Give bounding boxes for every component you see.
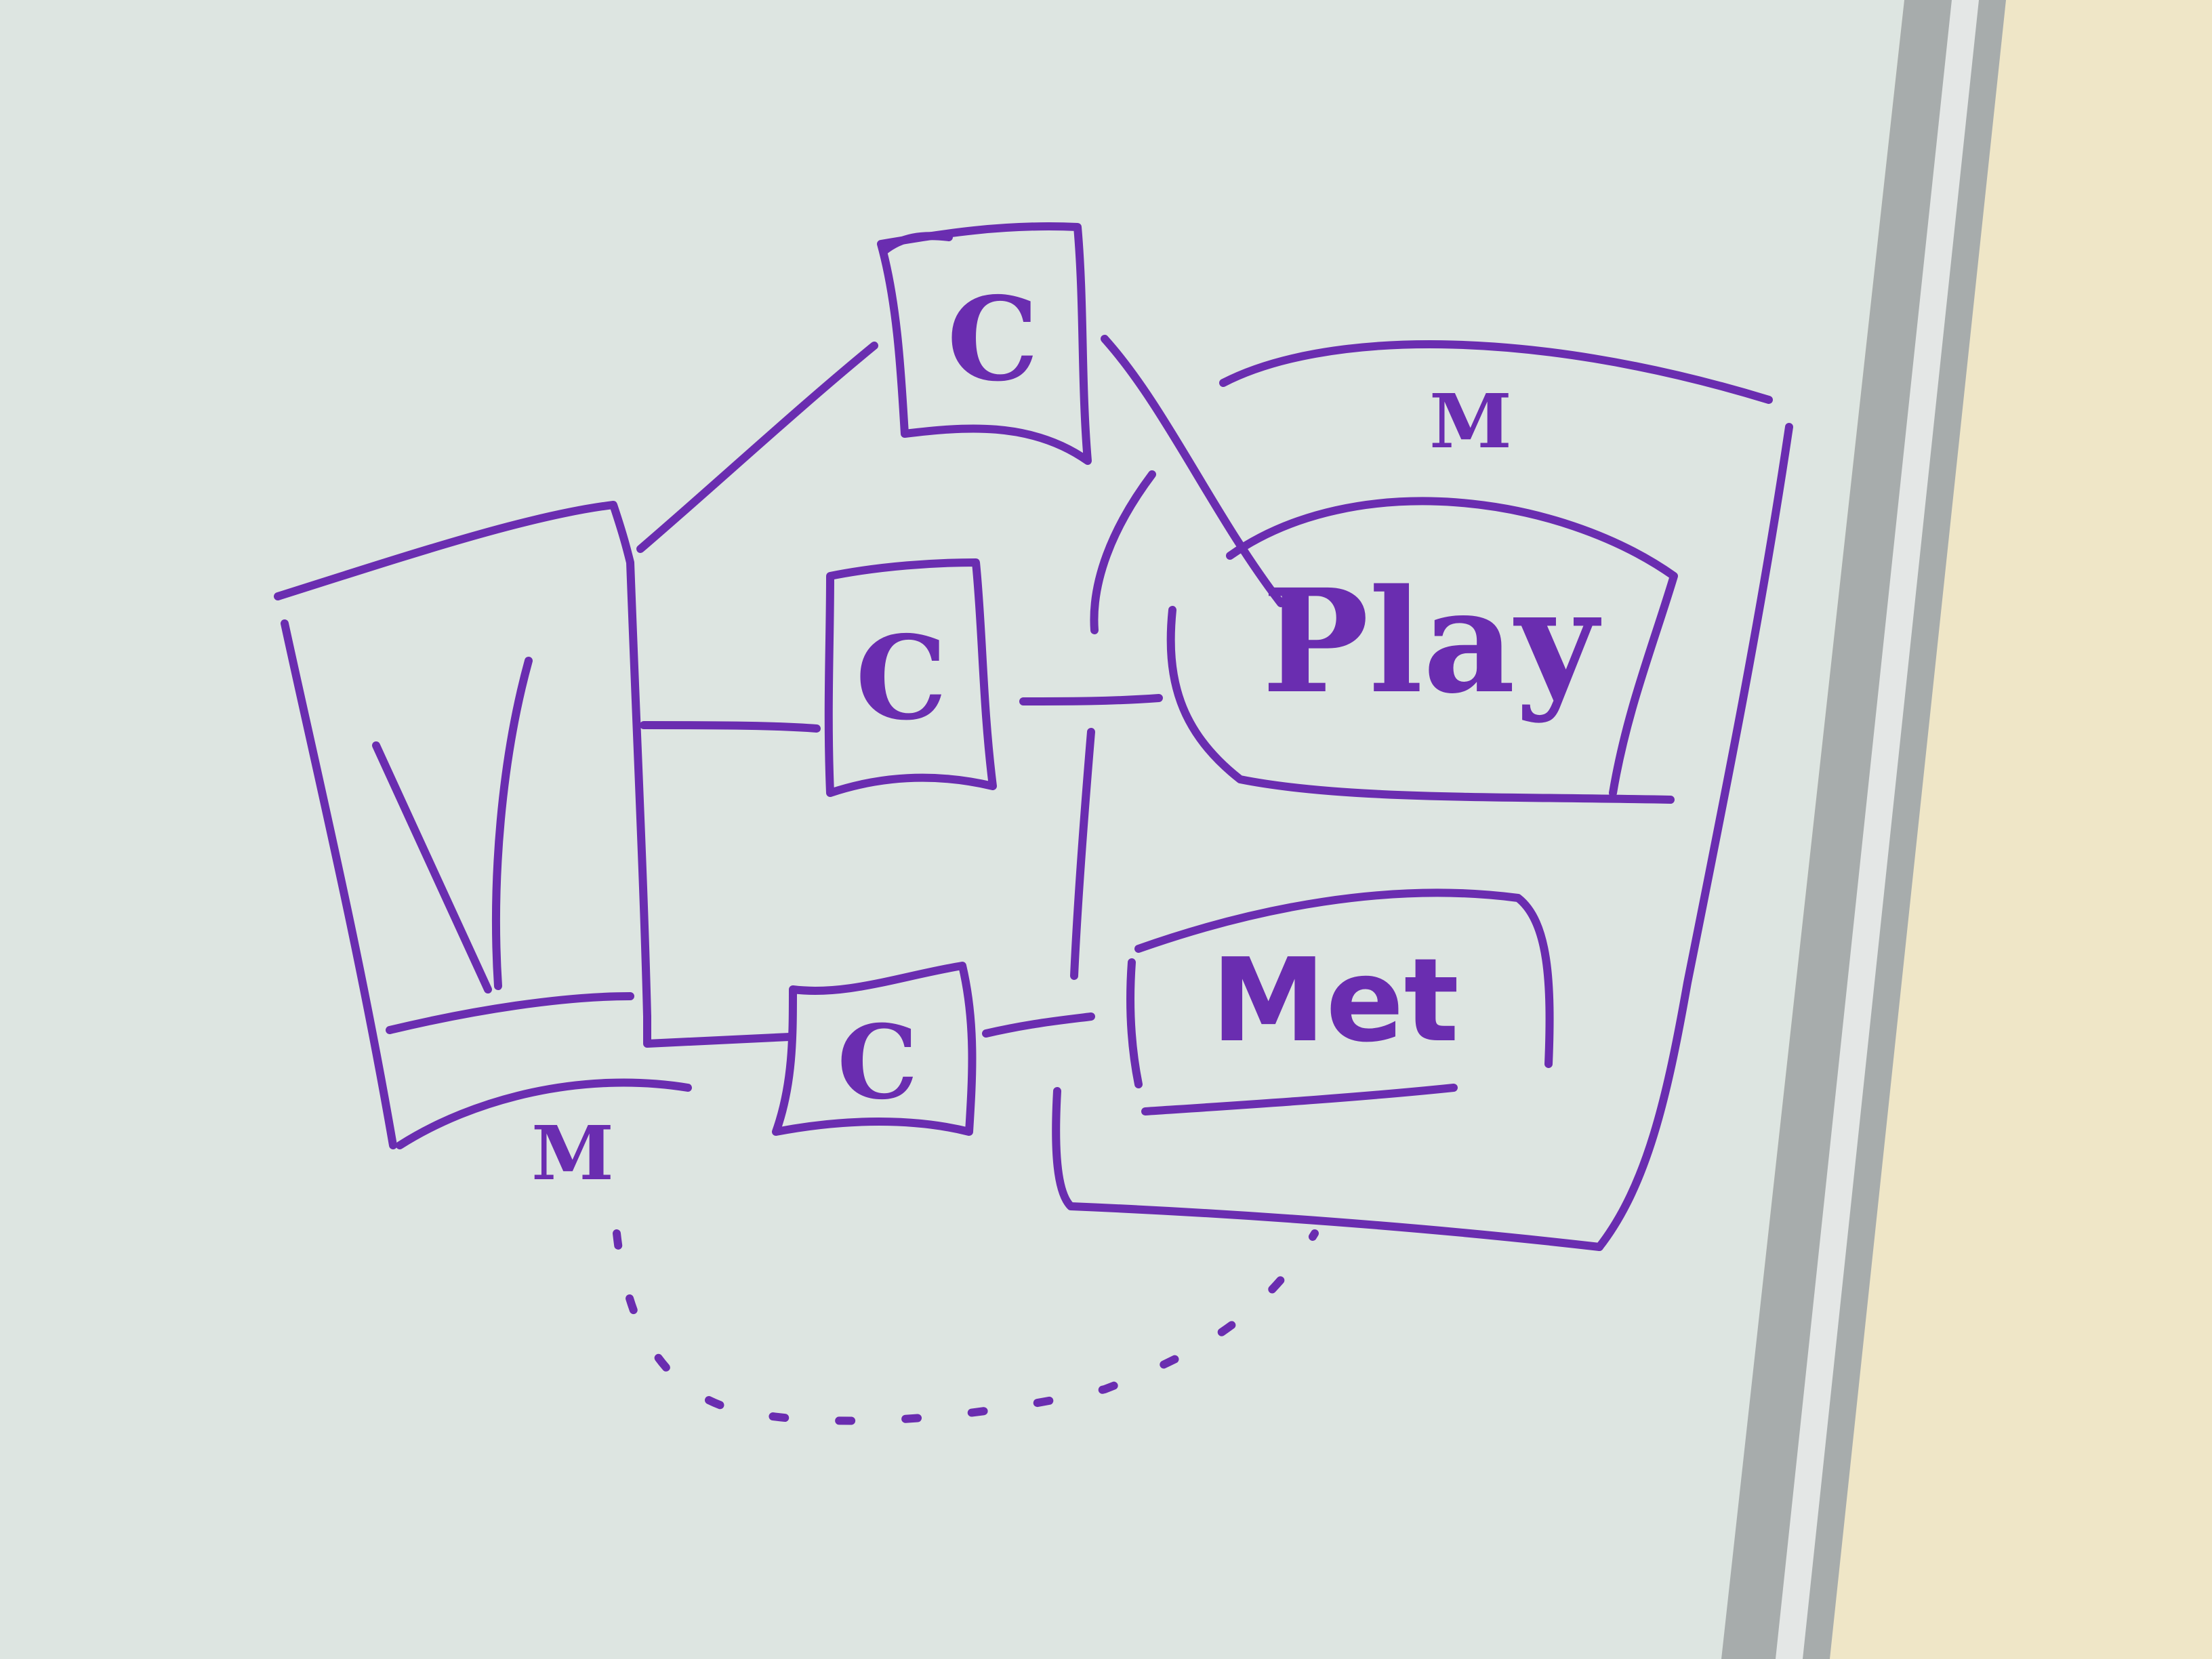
whiteboard-diagram: V C C C M Play Met M [0,0,2212,1659]
whiteboard-photo: V C C C M Play Met M [0,0,2212,1659]
controller-label-middle: C [855,611,947,746]
view-sub-label: M [531,1109,614,1197]
connector-middle-controller-to-play [1019,694,1163,705]
connector-view-to-middle-controller [640,721,821,733]
model-group-label: M [1429,377,1512,465]
met-label: Met [1211,934,1459,1068]
controller-label-top: C [947,272,1038,407]
play-label: Play [1262,558,1602,725]
controller-label-bottom: C [837,1003,918,1122]
whiteboard-surface [0,0,1904,1659]
